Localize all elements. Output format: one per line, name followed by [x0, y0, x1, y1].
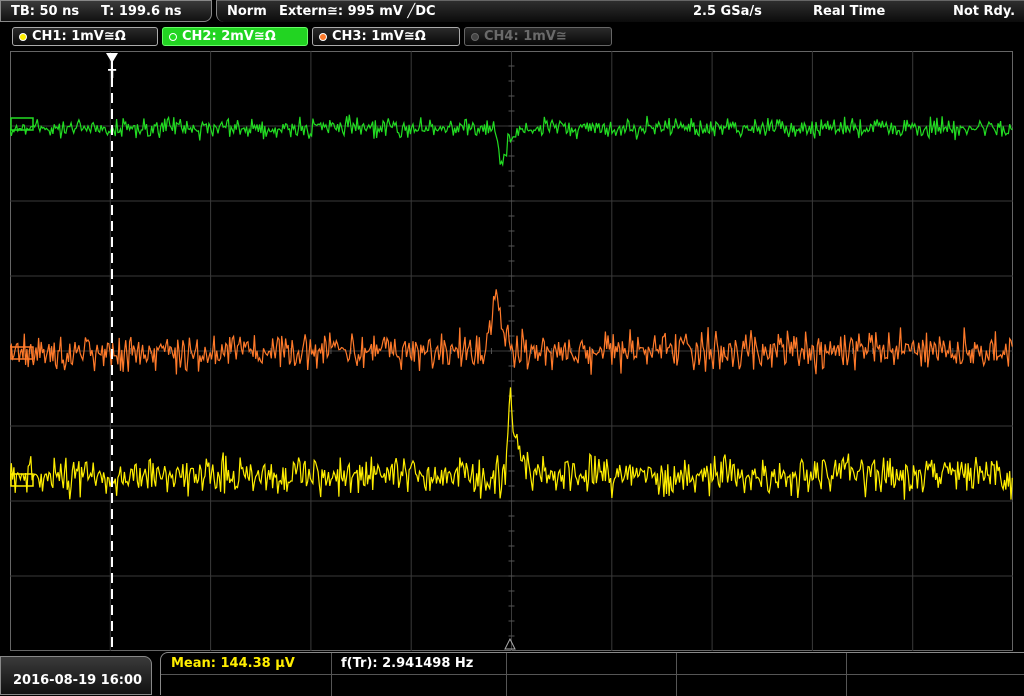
channel-1-dot-icon: [19, 32, 27, 41]
waveform-plot[interactable]: T: [10, 51, 1013, 651]
timebase-panel[interactable]: TB: 50 ns T: 199.6 ns: [0, 0, 212, 22]
trigger-offset-readout: T: 199.6 ns: [101, 4, 182, 19]
mean-measurement: Mean: 144.38 µV: [171, 656, 295, 671]
channel-2-button[interactable]: CH2: 2mV≅Ω: [162, 27, 308, 46]
trigger-position-icon: [106, 53, 118, 63]
channel-2-label: CH2: 2mV≅Ω: [182, 29, 276, 44]
timebase-readout: TB: 50 ns: [11, 4, 80, 19]
trigger-t-icon: T: [108, 67, 117, 81]
channel-1-button[interactable]: CH1: 1mV≅Ω: [12, 27, 158, 46]
date-time: 2016-08-19 16:00: [0, 656, 152, 695]
center-marker-icon: [504, 637, 516, 650]
run-status: Not Rdy.: [953, 4, 1016, 19]
channel-4-label: CH4: 1mV≅: [484, 29, 567, 44]
acquisition-mode: Real Time: [813, 4, 886, 19]
channel-4-button[interactable]: CH4: 1mV≅: [464, 27, 612, 46]
bottom-bar: 2016-08-19 16:00 Mean: 144.38 µV f(Tr): …: [0, 652, 1024, 696]
channel-1-label: CH1: 1mV≅Ω: [32, 29, 126, 44]
measurement-panel[interactable]: Mean: 144.38 µV f(Tr): 2.941498 Hz: [160, 652, 1024, 696]
channel-bar: CH1: 1mV≅Ω CH2: 2mV≅Ω CH3: 1mV≅Ω CH4: 1m…: [0, 25, 1024, 49]
trigger-mode: Norm: [227, 4, 267, 19]
channel-3-dot-icon: [319, 32, 327, 41]
channel-3-button[interactable]: CH3: 1mV≅Ω: [312, 27, 460, 46]
trigger-source: Extern≅: 995 mV ╱DC: [279, 4, 436, 19]
trigger-frequency-measurement: f(Tr): 2.941498 Hz: [341, 656, 474, 671]
acquisition-panel[interactable]: Norm Extern≅: 995 mV ╱DC 2.5 GSa/s Real …: [216, 0, 1024, 22]
channel-2-dot-icon: [169, 32, 177, 41]
sample-rate: 2.5 GSa/s: [693, 4, 762, 19]
top-status-bar: TB: 50 ns T: 199.6 ns Norm Extern≅: 995 …: [0, 0, 1024, 24]
channel-4-dot-icon: [471, 32, 479, 41]
channel-3-label: CH3: 1mV≅Ω: [332, 29, 426, 44]
